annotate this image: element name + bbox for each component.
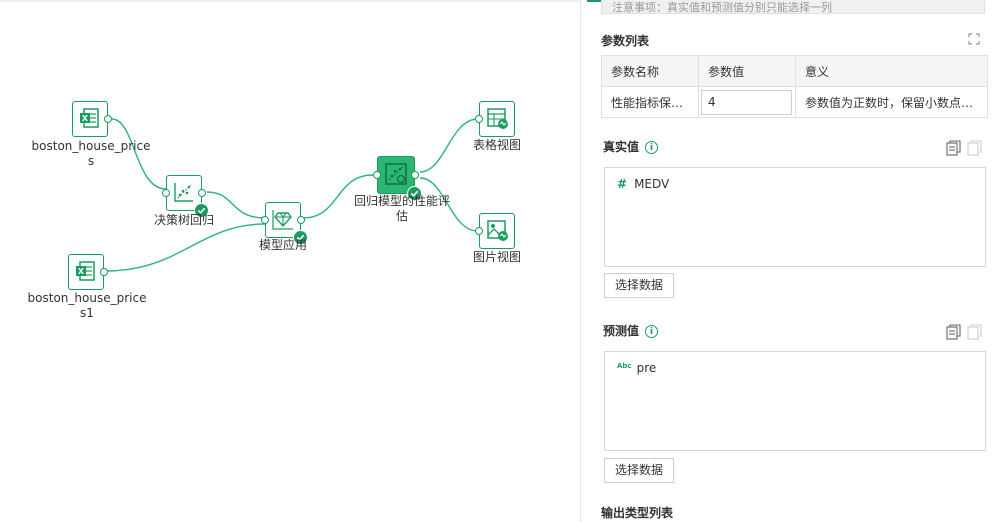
string-type-icon: Abc bbox=[617, 361, 632, 370]
actual-field-box[interactable]: # MEDV bbox=[604, 167, 986, 267]
actual-field-item[interactable]: # MEDV bbox=[617, 177, 669, 191]
node-decision-tree-regression[interactable] bbox=[162, 175, 209, 218]
info-icon[interactable]: i bbox=[645, 141, 659, 154]
actual-section-title: 真实值 i bbox=[603, 138, 659, 155]
properties-panel: 注意事项：真实值和预测值分别只能选择一列 参数列表 参数名称 参数值 意义 性能… bbox=[580, 0, 993, 522]
node-label-model-apply: 模型应用 bbox=[258, 238, 307, 252]
node-label-boston-house-prices: boston_house_price s bbox=[31, 139, 151, 168]
model-apply-icon bbox=[271, 207, 295, 234]
params-section-title: 参数列表 bbox=[601, 34, 650, 48]
node-label-regression-evaluation: 回归模型的性能评估 bbox=[353, 194, 450, 223]
node-model-apply[interactable] bbox=[261, 202, 308, 245]
node-label-boston-house-prices1: boston_house_price s1 bbox=[27, 291, 147, 320]
output-types-section-title: 输出类型列表 bbox=[601, 506, 674, 520]
header-param-name: 参数名称 bbox=[601, 55, 699, 87]
workflow-canvas[interactable]: X boston_house_price s 决策树回归 X boston_ho… bbox=[0, 0, 580, 522]
output-port[interactable] bbox=[100, 268, 108, 276]
node-boston-house-prices1[interactable]: X bbox=[68, 254, 108, 290]
predicted-select-data-button[interactable]: 选择数据 bbox=[604, 458, 674, 483]
note-box: 注意事项：真实值和预测值分别只能选择一列 bbox=[601, 0, 985, 14]
predicted-field-box[interactable]: Abc pre bbox=[604, 351, 986, 451]
output-port[interactable] bbox=[104, 115, 112, 123]
predicted-copy-icons bbox=[946, 324, 982, 340]
paste-icon[interactable] bbox=[967, 140, 982, 156]
expand-icon[interactable] bbox=[968, 33, 980, 45]
input-port[interactable] bbox=[475, 227, 483, 235]
table-row: 性能指标保留... 参数值为正数时，保留小数点后... bbox=[601, 86, 988, 118]
node-label-image-view: 图片视图 bbox=[472, 250, 521, 264]
app-root: X boston_house_price s 决策树回归 X boston_ho… bbox=[0, 0, 993, 522]
param-value-input[interactable] bbox=[701, 89, 792, 115]
input-port[interactable] bbox=[475, 115, 483, 123]
info-icon[interactable]: i bbox=[645, 325, 659, 338]
copy-icon[interactable] bbox=[946, 324, 961, 340]
predicted-field-item[interactable]: Abc pre bbox=[617, 361, 656, 375]
svg-text:X: X bbox=[78, 267, 85, 276]
output-port[interactable] bbox=[297, 216, 305, 224]
table-view-icon bbox=[485, 106, 509, 133]
output-port[interactable] bbox=[411, 171, 419, 179]
param-value-cell bbox=[698, 86, 796, 118]
edge-boston2-apply bbox=[105, 223, 266, 272]
actual-select-data-button[interactable]: 选择数据 bbox=[604, 273, 674, 298]
scatter-trend-icon bbox=[172, 180, 196, 207]
input-port[interactable] bbox=[261, 216, 269, 224]
paste-icon[interactable] bbox=[967, 324, 982, 340]
actual-copy-icons bbox=[946, 140, 982, 156]
param-meaning-cell: 参数值为正数时，保留小数点后... bbox=[795, 86, 988, 118]
params-header-row: 参数名称 参数值 意义 bbox=[601, 55, 988, 87]
predicted-title-label: 预测值 bbox=[603, 324, 640, 338]
numeric-type-icon: # bbox=[617, 177, 628, 191]
node-regression-evaluation[interactable] bbox=[373, 156, 422, 201]
actual-field-name: MEDV bbox=[634, 177, 670, 191]
node-table-view[interactable] bbox=[475, 101, 515, 137]
svg-text:X: X bbox=[82, 114, 89, 123]
input-port[interactable] bbox=[373, 171, 381, 179]
node-label-decision-tree-regression: 决策树回归 bbox=[153, 213, 214, 227]
node-image-view[interactable] bbox=[475, 213, 515, 249]
predicted-section-title: 预测值 i bbox=[603, 322, 659, 339]
node-label-table-view: 表格视图 bbox=[472, 138, 521, 152]
node-boston-house-prices[interactable]: X bbox=[72, 101, 112, 137]
copy-icon[interactable] bbox=[946, 140, 961, 156]
regression-eval-icon bbox=[383, 161, 409, 190]
header-param-value: 参数值 bbox=[698, 55, 796, 87]
output-port[interactable] bbox=[198, 189, 206, 197]
image-view-icon bbox=[485, 218, 509, 245]
header-param-meaning: 意义 bbox=[795, 55, 988, 87]
excel-icon: X bbox=[74, 259, 98, 286]
predicted-field-name: pre bbox=[636, 361, 657, 375]
input-port[interactable] bbox=[162, 189, 170, 197]
param-name-cell: 性能指标保留... bbox=[601, 86, 699, 118]
params-table: 参数名称 参数值 意义 性能指标保留... 参数值为正数时，保留小数点后... bbox=[601, 55, 988, 118]
actual-title-label: 真实值 bbox=[603, 140, 640, 154]
excel-icon: X bbox=[78, 106, 102, 133]
